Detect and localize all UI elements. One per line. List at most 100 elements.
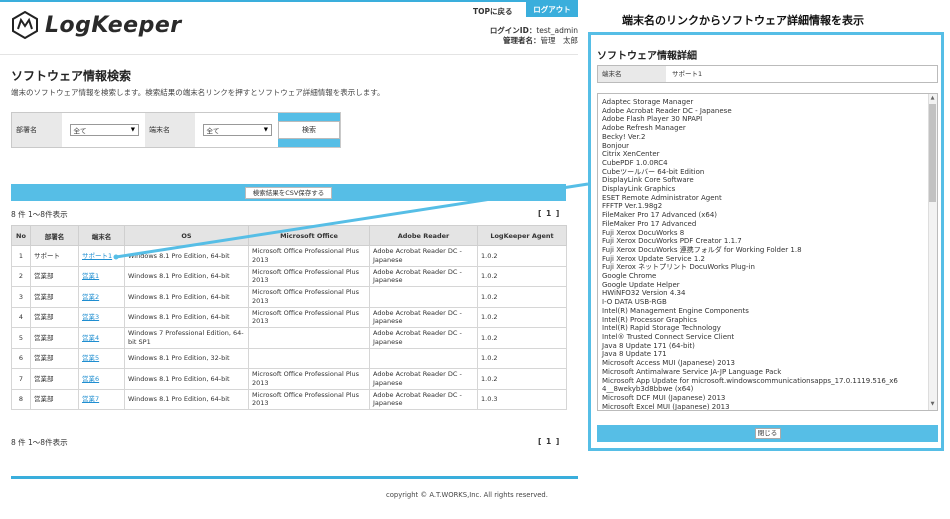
- cell-agent: 1.0.2: [477, 306, 567, 328]
- pagination-top[interactable]: [ 1 ]: [538, 209, 560, 218]
- login-id-label: ログインID：: [489, 26, 537, 35]
- page-description: 端末のソフトウェア情報を検索します。検索結果の端末名リンクを押すとソフトウェア詳…: [11, 88, 385, 97]
- scrollbar-thumb[interactable]: [929, 104, 936, 202]
- software-list-item: Bonjour: [602, 141, 630, 150]
- table-row: 4 営業部 営業3 Windows 8.1 Pro Edition, 64-bi…: [11, 306, 567, 328]
- software-list-item: Fuji Xerox DocuWorks PDF Creator 1.1.7: [602, 237, 742, 246]
- cell-terminal: サポート1: [78, 245, 125, 267]
- cell-os: Windows 8.1 Pro Edition, 64-bit: [124, 388, 249, 410]
- terminal-link[interactable]: 営業2: [82, 293, 99, 301]
- search-button[interactable]: 検索: [278, 121, 340, 139]
- terminal-select-value: 全て: [206, 127, 220, 135]
- table-row: 3 営業部 営業2 Windows 8.1 Pro Edition, 64-bi…: [11, 286, 567, 308]
- software-list-item: Microsoft Excel MUI (Japanese) 2013: [602, 402, 730, 411]
- cell-agent: 1.0.2: [477, 347, 567, 369]
- scroll-up-icon[interactable]: ▲: [929, 95, 936, 103]
- cell-office: Microsoft Office Professional Plus 2013: [248, 368, 370, 390]
- software-list-item: DisplayLink Core Software: [602, 176, 694, 185]
- table-row: 8 営業部 営業7 Windows 8.1 Pro Edition, 64-bi…: [11, 388, 567, 410]
- cell-no: 7: [11, 368, 31, 390]
- logo-text: LogKeeper: [45, 12, 182, 38]
- terminal-link[interactable]: 営業6: [82, 375, 99, 383]
- terminal-label: 端末名: [145, 113, 195, 147]
- software-list-item: DisplayLink Graphics: [602, 185, 676, 194]
- terminal-link[interactable]: 営業1: [82, 272, 99, 280]
- logout-button[interactable]: ログアウト: [526, 2, 578, 17]
- software-list-item: Adobe Flash Player 30 NPAPI: [602, 115, 703, 124]
- cell-os: Windows 8.1 Pro Edition, 64-bit: [124, 245, 249, 267]
- software-detail-panel: ソフトウェア情報詳細 端末名 サポート1 Adaptec Storage Man…: [588, 32, 944, 451]
- cell-agent: 1.0.2: [477, 286, 567, 308]
- software-list-item: Microsoft Access MUI (Japanese) 2013: [602, 359, 736, 368]
- software-list-item: Fuji Xerox ネットプリント DocuWorks Plug-in: [602, 263, 755, 272]
- software-list-item: Google Chrome: [602, 272, 657, 281]
- cell-agent: 1.0.2: [477, 265, 567, 287]
- scroll-down-icon[interactable]: ▼: [929, 401, 936, 409]
- cell-adobe: Adobe Acrobat Reader DC - Japanese: [369, 327, 478, 349]
- cell-os: Windows 7 Professional Edition, 64-bit S…: [124, 327, 249, 349]
- cell-office: Microsoft Office Professional Plus 2013: [248, 265, 370, 287]
- software-list-item: Java 8 Update 171 (64-bit): [602, 341, 695, 350]
- terminal-link[interactable]: 営業4: [82, 334, 99, 342]
- software-list-item: CubePDF 1.0.0RC4: [602, 158, 668, 167]
- cell-office: [248, 327, 370, 349]
- terminal-link[interactable]: 営業3: [82, 313, 99, 321]
- software-list-item: FFFTP Ver.1.98g2: [602, 202, 663, 211]
- cell-no: 2: [11, 265, 31, 287]
- cell-terminal: 営業5: [78, 347, 125, 369]
- pagination-bottom[interactable]: [ 1 ]: [538, 437, 560, 446]
- admin-name-value: 管理 太郎: [540, 36, 579, 45]
- close-button[interactable]: 閉じる: [754, 428, 781, 439]
- cell-adobe: [369, 347, 478, 369]
- terminal-select[interactable]: 全て ▼: [202, 124, 272, 136]
- cell-office: [248, 347, 370, 369]
- copyright: copyright © A.T.WORKS,Inc. All rights re…: [386, 491, 548, 499]
- cell-dept: 営業部: [30, 347, 79, 369]
- cell-adobe: [369, 286, 478, 308]
- col-agent: LogKeeper Agent: [477, 225, 567, 246]
- dept-select[interactable]: 全て ▼: [69, 124, 139, 136]
- cell-os: Windows 8.1 Pro Edition, 64-bit: [124, 265, 249, 287]
- cell-dept: 営業部: [30, 368, 79, 390]
- detail-terminal-value: サポート1: [672, 70, 703, 78]
- table-row: 1 サポート サポート1 Windows 8.1 Pro Edition, 64…: [11, 245, 567, 267]
- cell-os: Windows 8.1 Pro Edition, 64-bit: [124, 368, 249, 390]
- top-page-link[interactable]: TOPに戻る: [473, 6, 513, 17]
- col-dept: 部署名: [30, 225, 79, 246]
- table-row: 6 営業部 営業5 Windows 8.1 Pro Edition, 32-bi…: [11, 347, 567, 369]
- csv-toolbar: 検索結果をCSV保存する: [11, 184, 566, 201]
- terminal-link[interactable]: 営業5: [82, 354, 99, 362]
- csv-save-button[interactable]: 検索結果をCSV保存する: [244, 186, 333, 199]
- logo[interactable]: LogKeeper: [11, 11, 182, 39]
- cell-office: Microsoft Office Professional Plus 2013: [248, 286, 370, 308]
- software-items: Adaptec Storage Manager Adobe Acrobat Rea…: [598, 94, 937, 411]
- cell-office: Microsoft Office Professional Plus 2013: [248, 388, 370, 410]
- cell-os: Windows 8.1 Pro Edition, 64-bit: [124, 286, 249, 308]
- software-list-item: Adobe Acrobat Reader DC - Japanese: [602, 106, 732, 115]
- terminal-link[interactable]: サポート1: [82, 252, 112, 260]
- cell-adobe: Adobe Acrobat Reader DC - Japanese: [369, 368, 478, 390]
- scrollbar[interactable]: ▲ ▼: [928, 94, 937, 410]
- cell-terminal: 営業6: [78, 368, 125, 390]
- footer-accent-line: [11, 476, 578, 479]
- cell-dept: サポート: [30, 245, 79, 267]
- software-list-item: Cubeツールバー 64-bit Edition: [602, 167, 705, 176]
- software-list[interactable]: Adaptec Storage Manager Adobe Acrobat Rea…: [597, 93, 938, 411]
- software-list-item: Fuji Xerox Update Service 1.2: [602, 254, 705, 263]
- dept-select-value: 全て: [73, 127, 87, 135]
- col-adobe: Adobe Reader: [369, 225, 478, 246]
- cell-no: 4: [11, 306, 31, 328]
- cell-no: 6: [11, 347, 31, 369]
- software-list-item: Intel(R) Rapid Storage Technology: [602, 324, 721, 333]
- cell-agent: 1.0.2: [477, 245, 567, 267]
- table-row: 5 営業部 営業4 Windows 7 Professional Edition…: [11, 327, 567, 349]
- terminal-link[interactable]: 営業7: [82, 395, 99, 403]
- cell-agent: 1.0.3: [477, 388, 567, 410]
- detail-terminal-label: 端末名: [598, 66, 666, 82]
- cell-os: Windows 8.1 Pro Edition, 32-bit: [124, 347, 249, 369]
- software-list-item: Microsoft App Update for microsoft.windo…: [602, 376, 898, 385]
- cell-agent: 1.0.2: [477, 368, 567, 390]
- cell-dept: 営業部: [30, 265, 79, 287]
- header-divider: [0, 54, 578, 55]
- cell-no: 8: [11, 388, 31, 410]
